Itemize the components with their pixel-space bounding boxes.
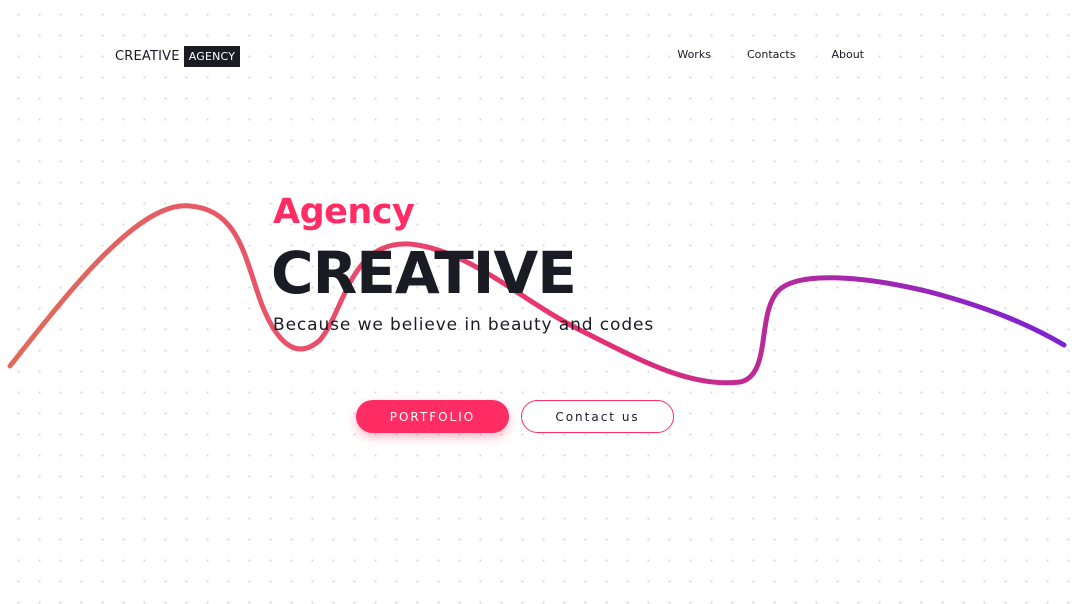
hero-title: CREATIVE: [271, 239, 577, 307]
main-nav: Works Contacts About: [677, 48, 864, 61]
portfolio-button[interactable]: PORTFOLIO: [356, 400, 509, 433]
hero-subtitle: Agency: [273, 192, 415, 232]
hero-tagline: Because we believe in beauty and codes: [273, 315, 655, 335]
nav-link-contacts[interactable]: Contacts: [747, 48, 796, 61]
contact-us-button[interactable]: Contact us: [521, 400, 674, 433]
logo-text: CREATIVE: [115, 49, 180, 64]
nav-link-about[interactable]: About: [831, 48, 864, 61]
logo[interactable]: CREATIVE AGENCY: [115, 46, 241, 67]
logo-badge: AGENCY: [183, 46, 241, 67]
nav-link-works[interactable]: Works: [677, 48, 711, 61]
